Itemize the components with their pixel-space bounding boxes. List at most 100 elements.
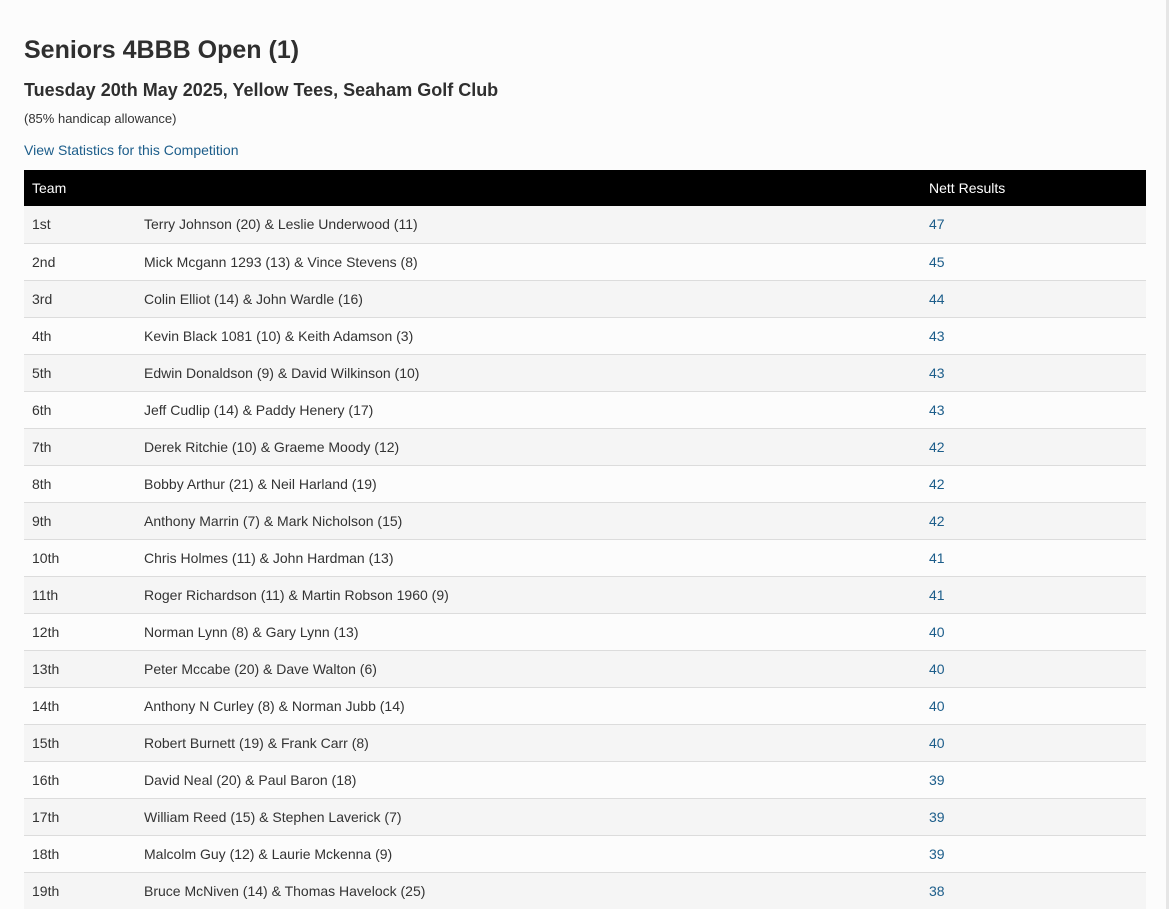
team-cell: Colin Elliot (14) & John Wardle (16) <box>136 280 922 318</box>
table-row: 16th David Neal (20) & Paul Baron (18) 39 <box>24 761 1147 799</box>
nett-result-link[interactable]: 39 <box>929 772 945 788</box>
result-cell: 40 <box>921 613 1147 651</box>
nett-result-link[interactable]: 43 <box>929 365 945 381</box>
results-table: Team Nett Results 1st Terry Johnson (20) … <box>24 170 1147 909</box>
position-cell: 14th <box>24 687 136 725</box>
nett-result-link[interactable]: 40 <box>929 735 945 751</box>
position-cell: 15th <box>24 724 136 762</box>
results-table-body: 1st Terry Johnson (20) & Leslie Underwood… <box>24 206 1147 909</box>
team-cell: Robert Burnett (19) & Frank Carr (8) <box>136 724 922 762</box>
position-cell: 2nd <box>24 243 136 281</box>
table-row: 3rd Colin Elliot (14) & John Wardle (16) 4… <box>24 280 1147 318</box>
team-column-header: Team <box>24 170 922 206</box>
team-cell: Bobby Arthur (21) & Neil Harland (19) <box>136 465 922 503</box>
team-cell: Derek Ritchie (10) & Graeme Moody (12) <box>136 428 922 466</box>
team-cell: Mick Mcgann 1293 (13) & Vince Stevens (8… <box>136 243 922 281</box>
nett-result-link[interactable]: 38 <box>929 883 945 899</box>
handicap-allowance: (85% handicap allowance) <box>24 111 177 126</box>
team-cell: David Neal (20) & Paul Baron (18) <box>136 761 922 799</box>
nett-result-link[interactable]: 45 <box>929 254 945 270</box>
result-cell: 43 <box>921 317 1147 355</box>
team-cell: William Reed (15) & Stephen Laverick (7) <box>136 798 922 836</box>
nett-result-link[interactable]: 41 <box>929 587 945 603</box>
nett-result-link[interactable]: 40 <box>929 661 945 677</box>
position-cell: 8th <box>24 465 136 503</box>
position-cell: 7th <box>24 428 136 466</box>
team-cell: Roger Richardson (11) & Martin Robson 19… <box>136 576 922 614</box>
result-cell: 40 <box>921 687 1147 725</box>
team-cell: Bruce McNiven (14) & Thomas Havelock (25… <box>136 872 922 909</box>
position-cell: 5th <box>24 354 136 392</box>
team-cell: Anthony Marrin (7) & Mark Nicholson (15) <box>136 502 922 540</box>
result-cell: 47 <box>921 206 1147 244</box>
table-row: 6th Jeff Cudlip (14) & Paddy Henery (17) 4… <box>24 391 1147 429</box>
position-cell: 16th <box>24 761 136 799</box>
nett-result-link[interactable]: 40 <box>929 624 945 640</box>
table-row: 7th Derek Ritchie (10) & Graeme Moody (12… <box>24 428 1147 466</box>
nett-results-column-header: Nett Results <box>921 170 1147 206</box>
team-cell: Anthony N Curley (8) & Norman Jubb (14) <box>136 687 922 725</box>
position-cell: 19th <box>24 872 136 909</box>
position-cell: 1st <box>24 206 136 244</box>
table-row: 15th Robert Burnett (19) & Frank Carr (8)… <box>24 724 1147 762</box>
table-row: 14th Anthony N Curley (8) & Norman Jubb (… <box>24 687 1147 725</box>
nett-result-link[interactable]: 41 <box>929 550 945 566</box>
position-cell: 13th <box>24 650 136 688</box>
position-cell: 18th <box>24 835 136 873</box>
result-cell: 42 <box>921 502 1147 540</box>
result-cell: 42 <box>921 465 1147 503</box>
results-table-header: Team Nett Results <box>24 170 1147 206</box>
nett-result-link[interactable]: 44 <box>929 291 945 307</box>
table-row: 4th Kevin Black 1081 (10) & Keith Adamson… <box>24 317 1147 355</box>
table-row: 11th Roger Richardson (11) & Martin Robso… <box>24 576 1147 614</box>
nett-result-link[interactable]: 43 <box>929 402 945 418</box>
result-cell: 40 <box>921 650 1147 688</box>
table-row: 19th Bruce McNiven (14) & Thomas Havelock… <box>24 872 1147 909</box>
page: Seniors 4BBB Open (1) Tuesday 20th May 2… <box>0 0 1169 909</box>
result-cell: 39 <box>921 761 1147 799</box>
table-row: 13th Peter Mccabe (20) & Dave Walton (6) 4… <box>24 650 1147 688</box>
nett-result-link[interactable]: 42 <box>929 439 945 455</box>
header-row: Team Nett Results <box>24 170 1147 206</box>
result-cell: 43 <box>921 354 1147 392</box>
result-cell: 44 <box>921 280 1147 318</box>
nett-result-link[interactable]: 39 <box>929 846 945 862</box>
nett-result-link[interactable]: 42 <box>929 513 945 529</box>
page-title: Seniors 4BBB Open (1) <box>24 36 300 64</box>
table-row: 5th Edwin Donaldson (9) & David Wilkinson… <box>24 354 1147 392</box>
nett-result-link[interactable]: 42 <box>929 476 945 492</box>
position-cell: 11th <box>24 576 136 614</box>
team-cell: Jeff Cudlip (14) & Paddy Henery (17) <box>136 391 922 429</box>
result-cell: 41 <box>921 539 1147 577</box>
team-cell: Chris Holmes (11) & John Hardman (13) <box>136 539 922 577</box>
nett-result-link[interactable]: 47 <box>929 216 945 232</box>
position-cell: 17th <box>24 798 136 836</box>
team-cell: Peter Mccabe (20) & Dave Walton (6) <box>136 650 922 688</box>
table-row: 17th William Reed (15) & Stephen Laverick… <box>24 798 1147 836</box>
table-row: 1st Terry Johnson (20) & Leslie Underwood… <box>24 206 1147 244</box>
team-cell: Malcolm Guy (12) & Laurie Mckenna (9) <box>136 835 922 873</box>
position-cell: 12th <box>24 613 136 651</box>
team-cell: Edwin Donaldson (9) & David Wilkinson (1… <box>136 354 922 392</box>
table-row: 10th Chris Holmes (11) & John Hardman (13… <box>24 539 1147 577</box>
nett-result-link[interactable]: 40 <box>929 698 945 714</box>
result-cell: 39 <box>921 835 1147 873</box>
result-cell: 43 <box>921 391 1147 429</box>
position-cell: 3rd <box>24 280 136 318</box>
result-cell: 38 <box>921 872 1147 909</box>
table-row: 8th Bobby Arthur (21) & Neil Harland (19)… <box>24 465 1147 503</box>
table-row: 12th Norman Lynn (8) & Gary Lynn (13) 40 <box>24 613 1147 651</box>
result-cell: 42 <box>921 428 1147 466</box>
team-cell: Terry Johnson (20) & Leslie Underwood (1… <box>136 206 922 244</box>
result-cell: 39 <box>921 798 1147 836</box>
nett-result-link[interactable]: 39 <box>929 809 945 825</box>
table-row: 9th Anthony Marrin (7) & Mark Nicholson (… <box>24 502 1147 540</box>
position-cell: 10th <box>24 539 136 577</box>
nett-result-link[interactable]: 43 <box>929 328 945 344</box>
position-cell: 4th <box>24 317 136 355</box>
result-cell: 40 <box>921 724 1147 762</box>
team-cell: Norman Lynn (8) & Gary Lynn (13) <box>136 613 922 651</box>
view-statistics-link[interactable]: View Statistics for this Competition <box>24 142 239 158</box>
table-row: 2nd Mick Mcgann 1293 (13) & Vince Stevens… <box>24 243 1147 281</box>
result-cell: 41 <box>921 576 1147 614</box>
